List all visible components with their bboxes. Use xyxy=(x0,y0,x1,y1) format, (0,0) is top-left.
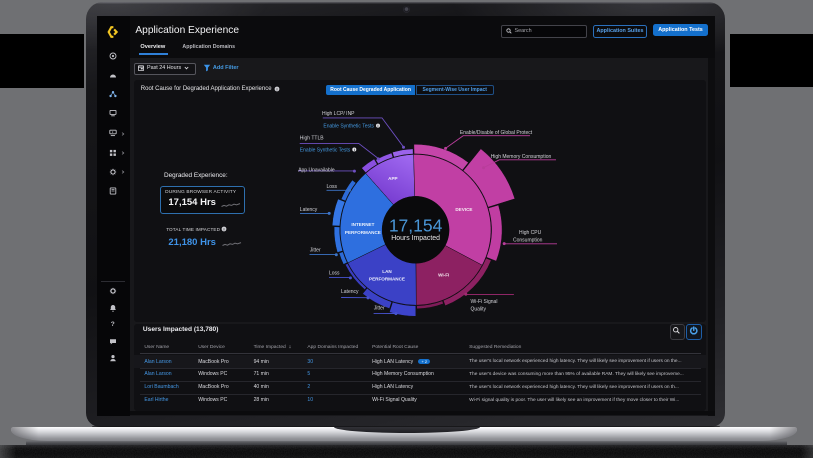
svg-text:Quality: Quality xyxy=(471,306,487,312)
svg-text:High LCP/ INP: High LCP/ INP xyxy=(322,111,355,117)
svg-text:Wi-Fi: Wi-Fi xyxy=(438,272,449,277)
svg-text:Jitter: Jitter xyxy=(374,305,385,311)
svg-text:Jitter: Jitter xyxy=(310,248,321,254)
svg-text:Enable Synthetic Tests: Enable Synthetic Tests xyxy=(300,148,351,154)
svg-text:PERFORMANCE: PERFORMANCE xyxy=(345,230,381,235)
svg-text:Loss: Loss xyxy=(329,270,340,276)
svg-text:PERFORMANCE: PERFORMANCE xyxy=(369,277,405,282)
svg-text:17,154: 17,154 xyxy=(389,216,443,236)
svg-text:High Memory Consumption: High Memory Consumption xyxy=(491,154,552,160)
svg-text:APP: APP xyxy=(388,176,397,181)
svg-text:i: i xyxy=(224,228,225,232)
svg-text:LAN: LAN xyxy=(382,269,392,274)
svg-text:INTERNET: INTERNET xyxy=(351,222,374,227)
svg-text:Hours Impacted: Hours Impacted xyxy=(391,235,440,242)
svg-text:Latency: Latency xyxy=(300,207,318,213)
svg-text:Wi-Fi Signal: Wi-Fi Signal xyxy=(471,299,498,305)
svg-text:Latency: Latency xyxy=(341,289,359,295)
svg-text:Enable Synthetic Tests: Enable Synthetic Tests xyxy=(323,124,374,130)
svg-text:High TTLB: High TTLB xyxy=(300,136,324,142)
svg-text:High CPU: High CPU xyxy=(519,230,542,236)
svg-text:DEVICE: DEVICE xyxy=(455,207,472,212)
svg-text:Consumption: Consumption xyxy=(513,237,543,243)
svg-text:i: i xyxy=(276,87,277,91)
svg-text:i: i xyxy=(354,148,355,152)
svg-text:Enable/Disable of Global Prote: Enable/Disable of Global Protect xyxy=(460,130,533,136)
svg-text:App Unavailable: App Unavailable xyxy=(298,167,335,173)
svg-text:i: i xyxy=(378,124,379,128)
svg-text:Loss: Loss xyxy=(327,184,338,190)
